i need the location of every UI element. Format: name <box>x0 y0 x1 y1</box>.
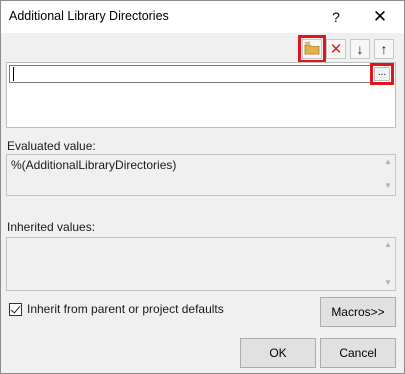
evaluated-value-label: Evaluated value: <box>7 139 96 153</box>
text-caret <box>13 67 14 81</box>
inherited-values-label: Inherited values: <box>7 220 96 234</box>
arrow-down-icon: ↓ <box>356 41 364 57</box>
inherited-scrollbar[interactable]: ▲ ▼ <box>383 240 393 288</box>
delete-icon: ✕ <box>329 40 343 58</box>
close-button[interactable]: ✕ <box>363 4 397 30</box>
help-button[interactable]: ? <box>319 4 353 30</box>
scroll-down-icon: ▼ <box>384 278 392 287</box>
ok-button[interactable]: OK <box>240 338 316 368</box>
directory-edit-field[interactable]: ... <box>9 63 394 85</box>
move-up-button[interactable]: ↑ <box>374 39 394 59</box>
scroll-down-icon: ▼ <box>384 181 392 190</box>
dialog: Additional Library Directories ? ✕ ✕ ↓ ↑… <box>0 0 405 374</box>
scroll-up-icon: ▲ <box>384 240 392 249</box>
move-down-button[interactable]: ↓ <box>350 39 370 59</box>
directory-list[interactable]: ... <box>6 62 396 128</box>
inherit-checkbox[interactable] <box>9 303 22 316</box>
arrow-up-icon: ↑ <box>380 41 388 57</box>
scroll-up-icon: ▲ <box>384 157 392 166</box>
inherited-values-box: ▲ ▼ <box>6 237 396 291</box>
evaluated-value-box: %(AdditionalLibraryDirectories) ▲ ▼ <box>6 154 396 196</box>
cancel-button[interactable]: Cancel <box>320 338 396 368</box>
macros-button[interactable]: Macros>> <box>320 297 396 327</box>
delete-button[interactable]: ✕ <box>326 39 346 59</box>
inherit-checkbox-label[interactable]: Inherit from parent or project defaults <box>27 302 224 316</box>
browse-button[interactable]: ... <box>370 63 394 85</box>
evaluated-value-text: %(AdditionalLibraryDirectories) <box>11 158 177 172</box>
title-bar: Additional Library Directories ? ✕ <box>1 1 404 33</box>
new-folder-icon <box>304 41 320 58</box>
new-line-button[interactable] <box>298 35 326 63</box>
dialog-title: Additional Library Directories <box>9 9 169 23</box>
evaluated-scrollbar[interactable]: ▲ ▼ <box>383 157 393 193</box>
